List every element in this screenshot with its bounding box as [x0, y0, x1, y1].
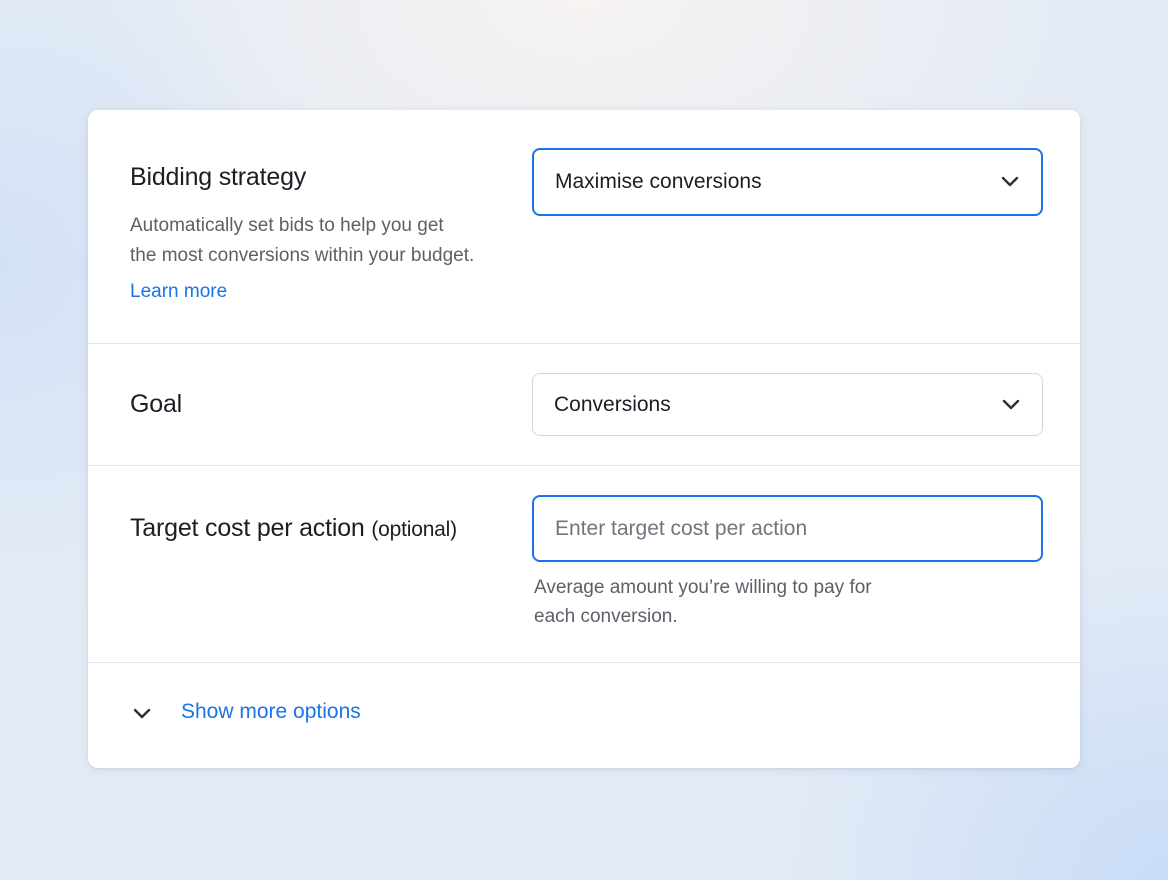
target-cpa-title-text: Target cost per action: [130, 514, 365, 542]
target-cpa-helper-line1: Average amount you’re willing to pay for: [534, 577, 872, 598]
bidding-strategy-selected-value: Maximise conversions: [555, 170, 762, 193]
goal-title: Goal: [130, 390, 183, 418]
bidding-strategy-title: Bidding strategy: [130, 163, 307, 191]
chevron-down-icon: [1002, 399, 1020, 409]
optional-label: (optional): [371, 518, 457, 541]
section-divider: [88, 343, 1080, 344]
show-more-options-toggle[interactable]: Show more options: [88, 663, 1080, 768]
target-cpa-input[interactable]: [532, 495, 1043, 562]
bidding-strategy-description-line1: Automatically set bids to help you get: [130, 215, 444, 236]
section-divider: [88, 465, 1080, 466]
target-cpa-helper-line2: each conversion.: [534, 606, 678, 627]
target-cpa-title: Target cost per action (optional): [130, 514, 457, 543]
bidding-strategy-description-line2: the most conversions within your budget.: [130, 245, 475, 266]
bidding-settings-card: Bidding strategy Automatically set bids …: [88, 110, 1080, 768]
chevron-down-icon: [1001, 176, 1019, 187]
bidding-strategy-select[interactable]: Maximise conversions: [532, 148, 1043, 216]
chevron-down-icon: [133, 708, 151, 719]
goal-selected-value: Conversions: [554, 392, 671, 416]
goal-select[interactable]: Conversions: [532, 373, 1043, 436]
show-more-options-label: Show more options: [181, 700, 361, 723]
learn-more-link[interactable]: Learn more: [130, 281, 227, 303]
